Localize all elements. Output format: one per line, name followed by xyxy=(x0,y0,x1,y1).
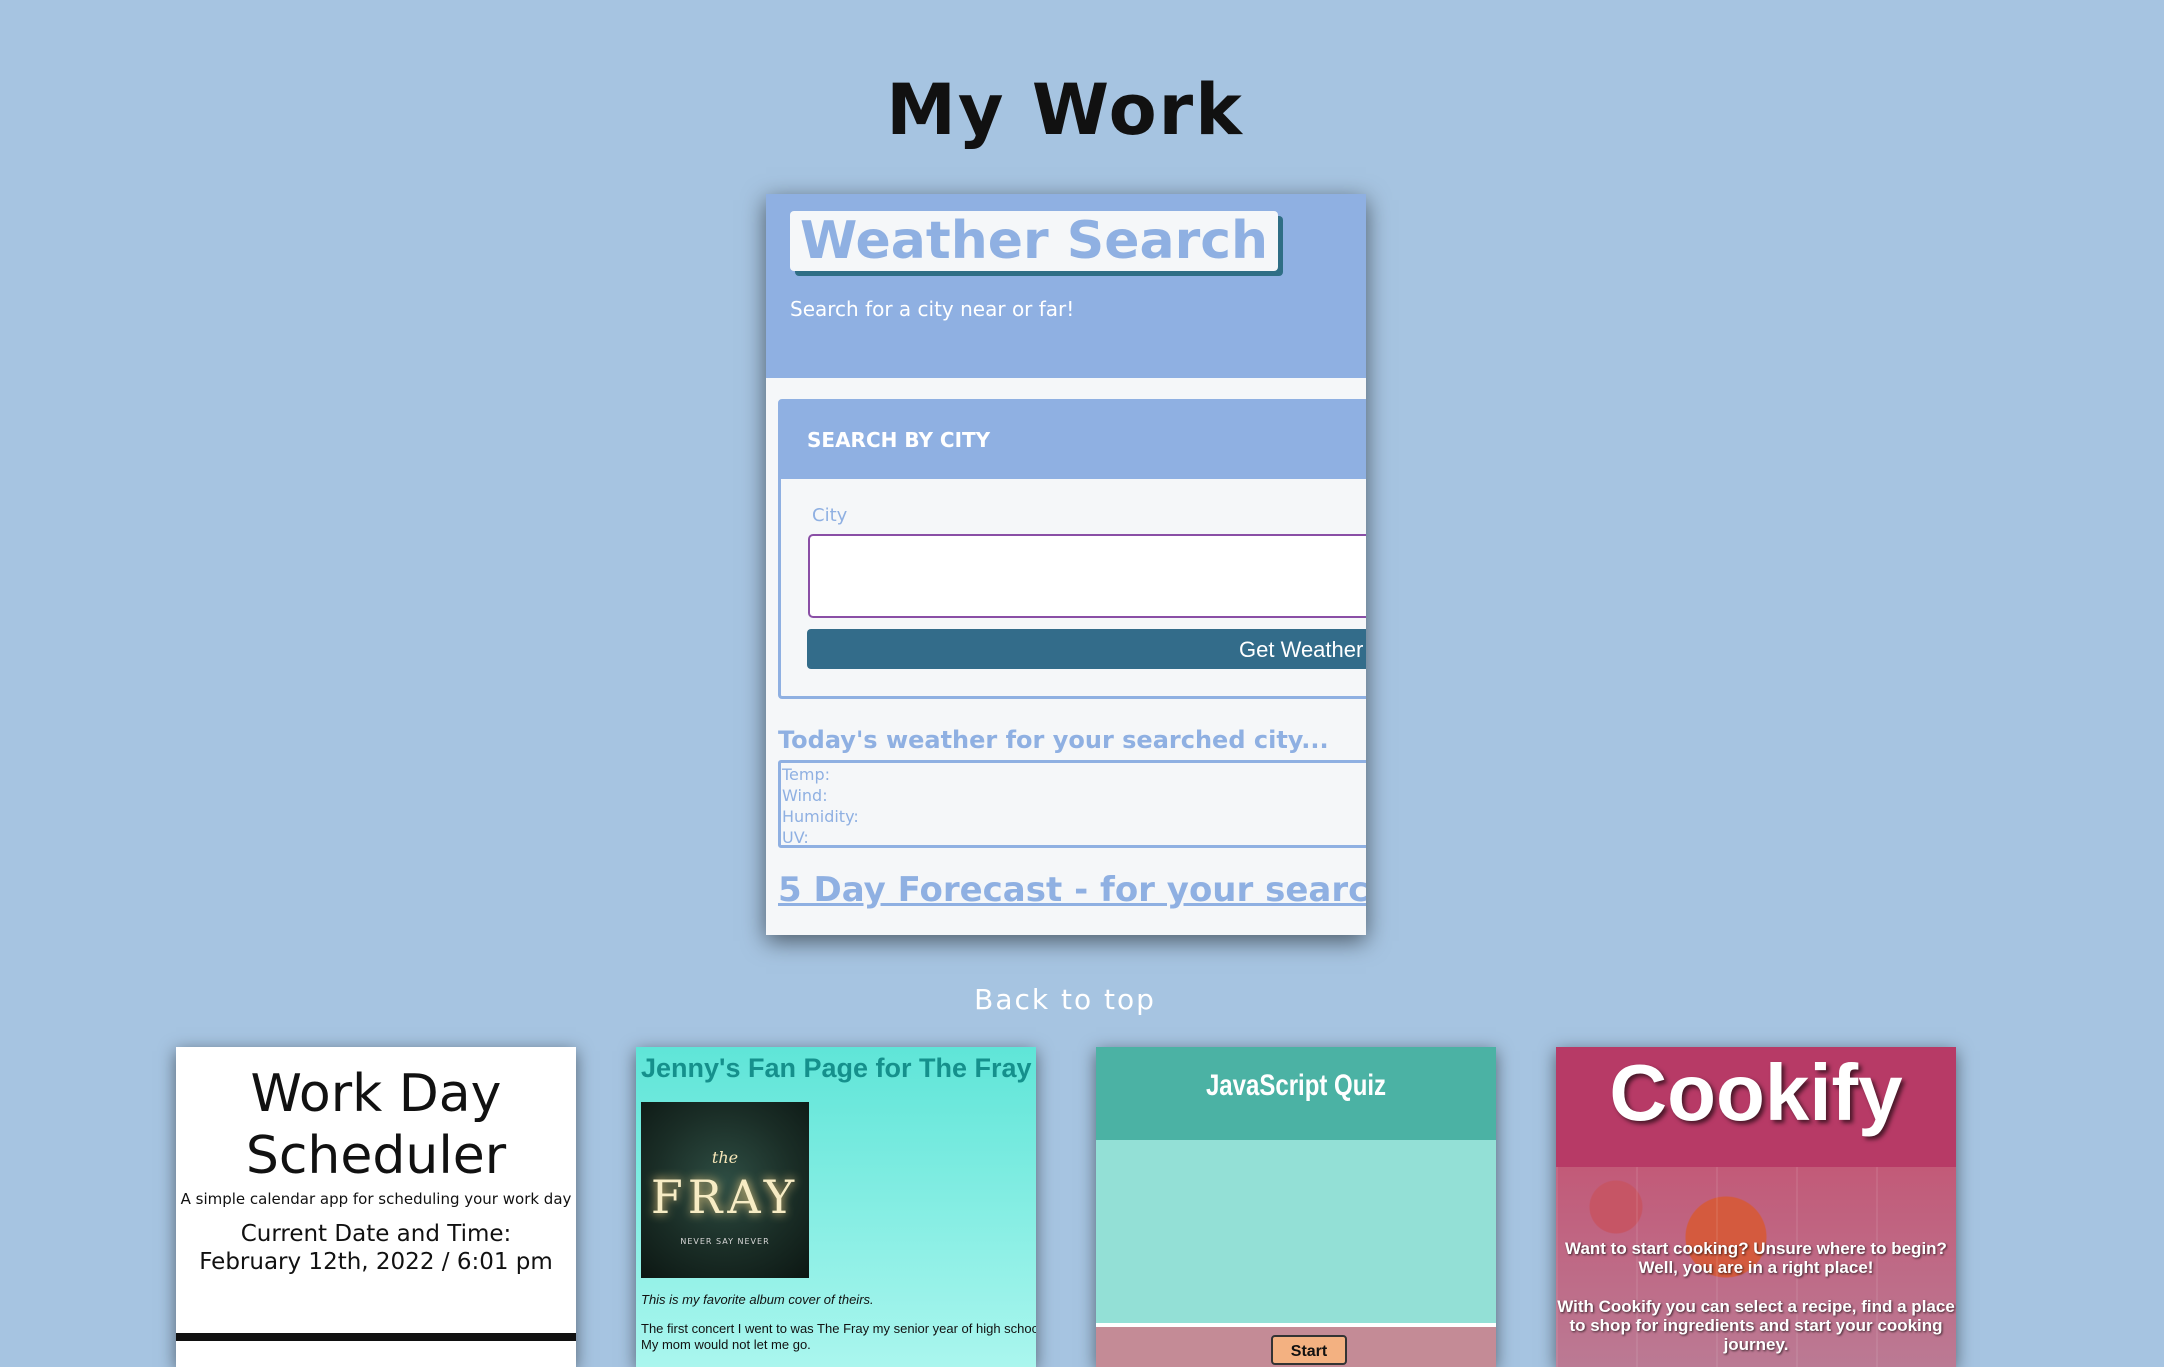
forecast-link[interactable]: 5 Day Forecast - for your searched city xyxy=(778,870,1366,910)
weather-header: Weather Search Search for a city near or… xyxy=(766,194,1366,378)
cookify-text-line: Want to start cooking? Unsure where to b… xyxy=(1565,1239,1947,1258)
cookify-text-line: journey. xyxy=(1723,1335,1789,1354)
page-title: My Work xyxy=(886,68,1244,151)
fan-page-title: Jenny's Fan Page for The Fray xyxy=(641,1053,1032,1083)
uv-label: UV: xyxy=(782,828,809,847)
cookify-title: Cookify xyxy=(1609,1048,1903,1137)
temp-label: Temp: xyxy=(782,765,831,784)
album-cover-small-text: the xyxy=(711,1148,739,1167)
fan-page-text: The first concert I went to was The Fray… xyxy=(641,1321,1036,1353)
wind-label: Wind: xyxy=(782,786,828,805)
project-card-javascript-quiz[interactable]: JavaScript Quiz Start xyxy=(1096,1047,1496,1367)
scheduler-title: Work Day Scheduler xyxy=(245,1064,507,1186)
humidity-label: Humidity: xyxy=(782,807,859,826)
weather-subtitle: Search for a city near or far! xyxy=(790,297,1075,321)
weather-app-title: Weather Search xyxy=(790,211,1279,271)
quiz-header: JavaScript Quiz xyxy=(1096,1047,1496,1140)
album-cover-image: the FRAY NEVER SAY NEVER xyxy=(641,1102,809,1278)
city-label: City xyxy=(812,505,848,526)
album-caption: This is my favorite album cover of their… xyxy=(641,1292,874,1307)
get-weather-button[interactable]: Get Weather xyxy=(807,629,1366,669)
search-panel: SEARCH BY CITY City Get Weather xyxy=(778,399,1366,699)
quiz-title: JavaScript Quiz xyxy=(1205,1069,1387,1102)
scheduler-subtitle: A simple calendar app for scheduling you… xyxy=(180,1190,572,1208)
weather-stats-box: Temp: Wind: Humidity: UV: xyxy=(778,760,1366,848)
scheduler-datetime-label: Current Date and Time: xyxy=(240,1221,512,1247)
cookify-text-line: Well, you are in a right place! xyxy=(1638,1258,1874,1277)
scheduler-divider xyxy=(176,1333,576,1341)
cookify-text-line: to shop for ingredients and start your c… xyxy=(1569,1316,1943,1335)
city-input[interactable] xyxy=(808,534,1366,618)
today-weather-heading: Today's weather for your searched city..… xyxy=(778,726,1329,754)
quiz-start-button[interactable]: Start xyxy=(1271,1335,1347,1365)
search-panel-title: SEARCH BY CITY xyxy=(781,402,1366,479)
cookify-text-line: With Cookify you can select a recipe, fi… xyxy=(1557,1297,1955,1316)
back-to-top-link[interactable]: Back to top xyxy=(0,983,2130,1016)
featured-project-weather-search[interactable]: Weather Search Search for a city near or… xyxy=(766,194,1366,935)
scheduler-datetime-value: February 12th, 2022 / 6:01 pm xyxy=(199,1249,553,1275)
album-cover-band-name: FRAY xyxy=(650,1170,800,1224)
project-card-cookify[interactable]: Cookify Want to start cooking? Unsure wh… xyxy=(1556,1047,1956,1367)
project-card-work-day-scheduler[interactable]: Work Day Scheduler A simple calendar app… xyxy=(176,1047,576,1367)
fan-page-text-line: The first concert I went to was The Fray… xyxy=(641,1321,1036,1336)
project-card-fan-page[interactable]: Jenny's Fan Page for The Fray the FRAY N… xyxy=(636,1047,1036,1367)
album-cover-tagline: NEVER SAY NEVER xyxy=(680,1237,770,1246)
fan-page-text-line: My mom would not let me go. xyxy=(641,1337,811,1352)
